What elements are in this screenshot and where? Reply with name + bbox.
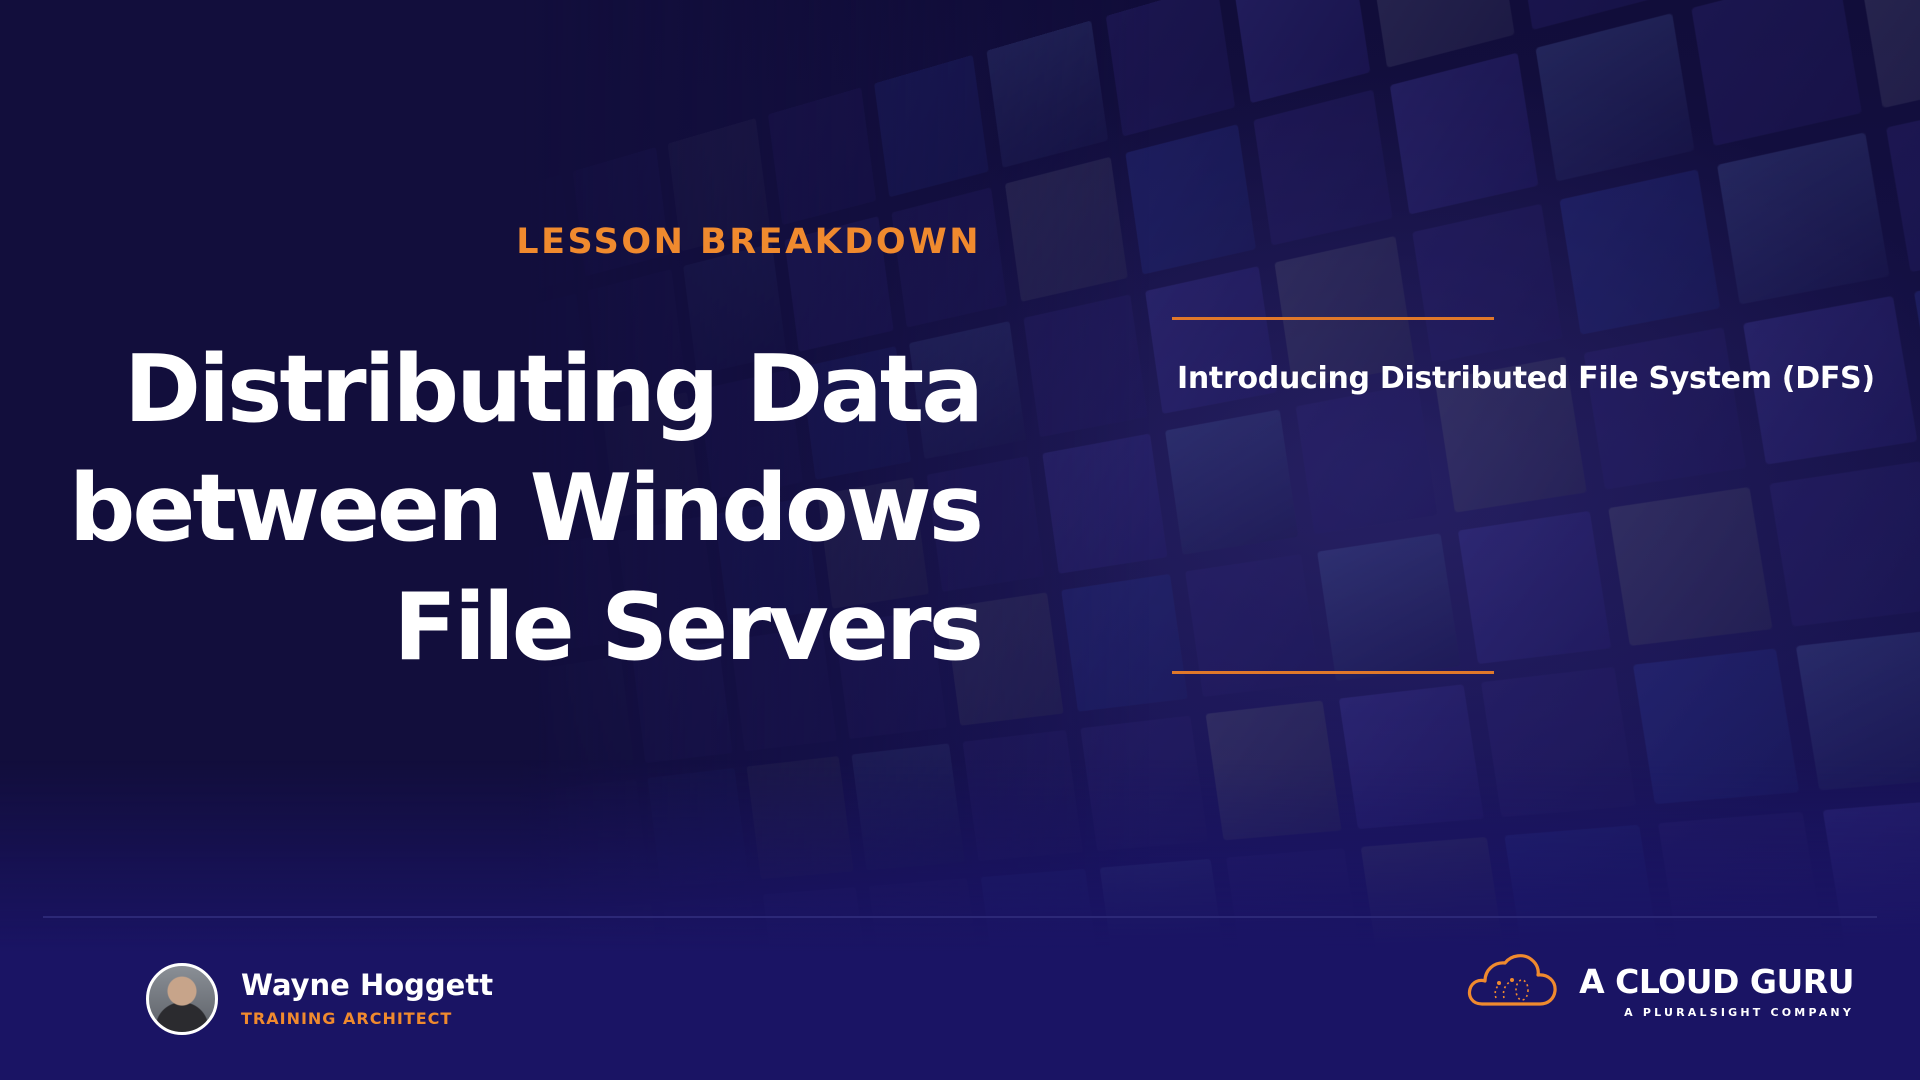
topic-divider-top [1172,317,1494,320]
cloud-icon [1467,954,1557,1006]
lesson-title: Distributing Data between Windows File S… [61,330,984,687]
lesson-title-line: Distributing Data [123,335,984,443]
lesson-title-slide: LESSON BREAKDOWN Distributing Data betwe… [0,0,1920,1080]
brand-tagline: A PLURALSIGHT COMPANY [1624,1006,1854,1019]
presenter-role: TRAINING ARCHITECT [241,1009,453,1028]
brand-wordmark: A CLOUD GURU [1579,962,1854,1001]
presenter-avatar [146,963,218,1035]
topic-divider-bottom [1172,671,1494,674]
background-fade-bottom [0,760,1920,1080]
lesson-title-line: File Servers [393,573,984,681]
lesson-title-line: between Windows [68,454,984,562]
presenter-name: Wayne Hoggett [241,968,494,1002]
footer-divider [43,916,1877,918]
topic-item: Introducing Distributed File System (DFS… [1177,361,1875,396]
lesson-eyebrow: LESSON BREAKDOWN [516,222,981,262]
